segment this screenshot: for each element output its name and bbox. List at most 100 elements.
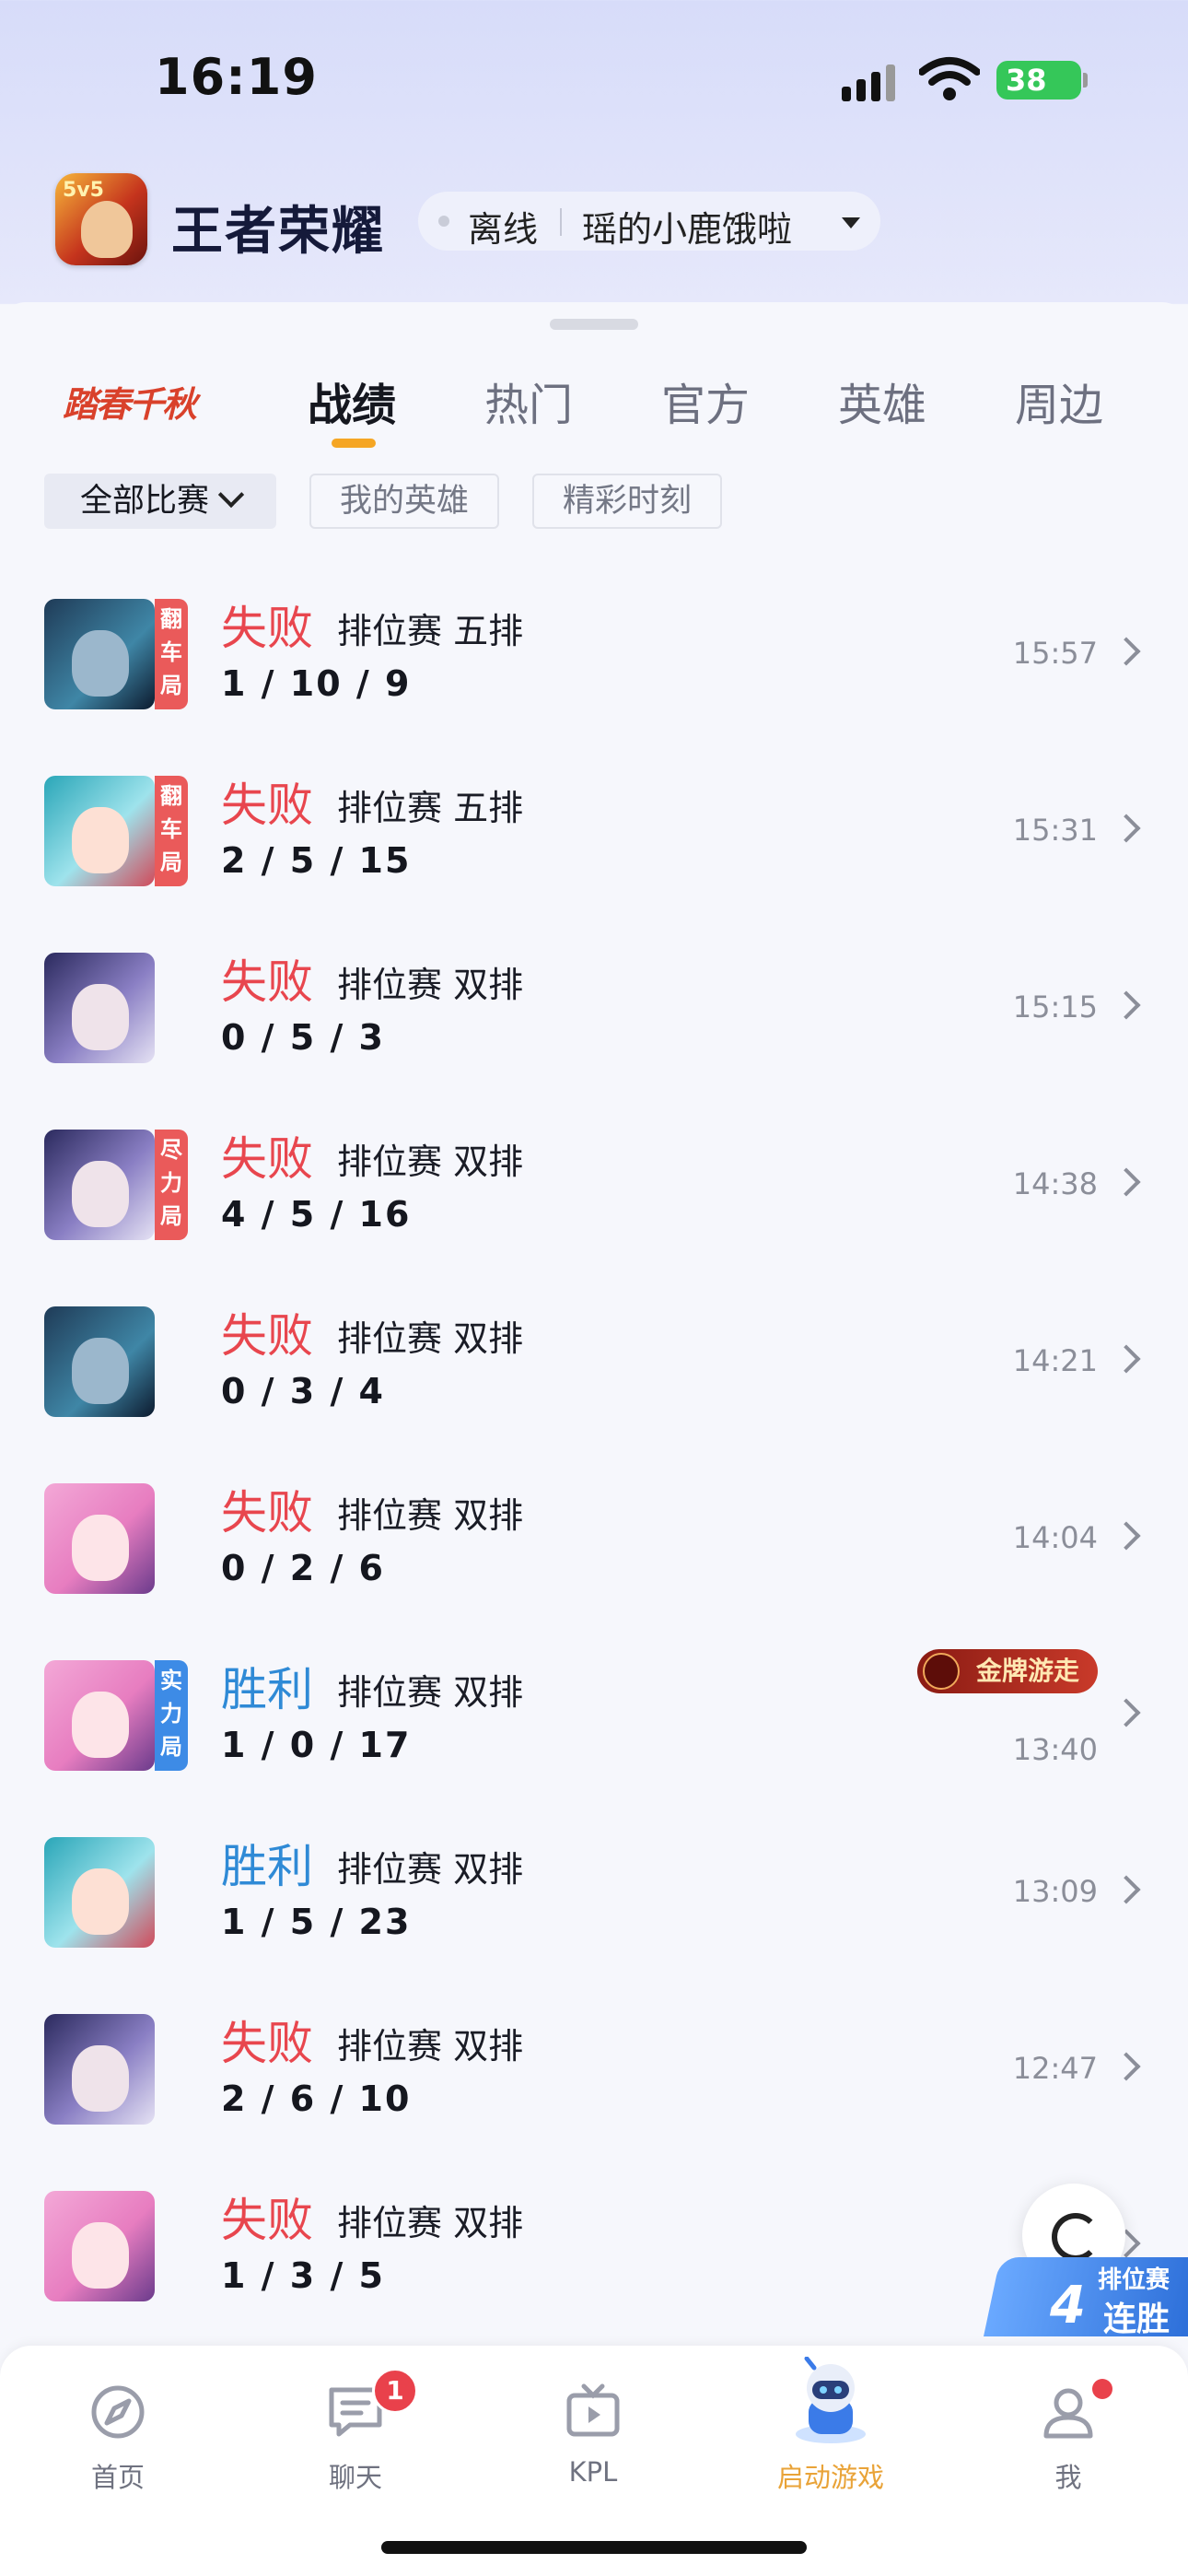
match-row[interactable]: 失败 排位赛 双排 0 / 5 / 3 15:15	[0, 923, 1188, 1100]
match-kda: 0 / 3 / 4	[221, 1371, 385, 1411]
game-app-icon[interactable]: 5v5	[55, 173, 147, 265]
chevron-right-icon	[1112, 637, 1141, 666]
user-icon	[1043, 2388, 1093, 2439]
match-row[interactable]: 失败 排位赛 双排 2 / 6 / 10 12:47	[0, 1985, 1188, 2161]
tabbar-home[interactable]: 首页	[53, 2383, 182, 2502]
sheet-grabber[interactable]	[550, 319, 638, 330]
hero-avatar	[44, 599, 155, 709]
medal-badge: 金牌游走	[917, 1649, 1098, 1693]
filter-bar: 全部比赛 我的英雄 精彩时刻	[0, 474, 1188, 538]
match-kda: 1 / 5 / 23	[221, 1902, 412, 1942]
match-mode: 排位赛 双排	[337, 965, 524, 1005]
robot-mascot-icon	[796, 2357, 866, 2443]
match-result: 失败	[221, 1309, 313, 1363]
cellular-signal-icon	[842, 63, 899, 101]
match-row[interactable]: 翻 车 局失败 排位赛 五排 2 / 5 / 15 15:31	[0, 746, 1188, 923]
all-matches-dropdown[interactable]: 全部比赛	[44, 474, 276, 529]
chat-unread-badge: 1	[372, 2368, 418, 2414]
match-kda: 4 / 5 / 16	[221, 1194, 412, 1235]
match-mode: 排位赛 五排	[337, 788, 524, 828]
game-title: 王者荣耀	[171, 202, 385, 262]
account-switcher[interactable]: 离线 瑶的小鹿饿啦	[418, 192, 880, 251]
medal-icon	[923, 1653, 960, 1690]
app-header: 5v5 王者荣耀 离线 瑶的小鹿饿啦	[0, 166, 1188, 286]
highlights-filter[interactable]: 精彩时刻	[532, 474, 722, 529]
match-time: 14:04	[1012, 1520, 1098, 1555]
chevron-right-icon	[1112, 2052, 1141, 2081]
hero-avatar	[44, 1306, 155, 1417]
records-sheet: 踏春千秋 战绩 热门 官方 英雄 周边 全部比赛 我的英雄 精彩时刻 翻 车 局…	[0, 302, 1188, 2576]
match-kda: 1 / 0 / 17	[221, 1725, 412, 1765]
active-tab-indicator	[332, 439, 376, 448]
match-kda: 2 / 6 / 10	[221, 2078, 412, 2119]
match-row[interactable]: 尽 力 局失败 排位赛 双排 4 / 5 / 16 14:38	[0, 1100, 1188, 1277]
match-kda: 0 / 2 / 6	[221, 1548, 385, 1588]
match-time: 15:57	[1012, 636, 1098, 671]
all-matches-label: 全部比赛	[79, 483, 209, 520]
tabbar-chat[interactable]: 1 聊天	[291, 2368, 420, 2502]
match-mode: 排位赛 双排	[337, 1318, 524, 1359]
chevron-right-icon	[1112, 1875, 1141, 1904]
tab-official[interactable]: 官方	[661, 369, 750, 433]
compass-icon	[91, 2385, 145, 2439]
tabbar-chat-label: 聊天	[328, 2462, 382, 2493]
match-row[interactable]: 失败 排位赛 双排 0 / 2 / 6 14:04	[0, 1454, 1188, 1631]
refresh-icon	[1052, 2213, 1100, 2261]
streak-label: 排位赛	[1098, 2266, 1171, 2294]
my-heroes-filter[interactable]: 我的英雄	[309, 474, 499, 529]
match-time: 14:38	[1012, 1166, 1098, 1201]
match-result: 胜利	[221, 1663, 313, 1716]
hero-avatar	[44, 1837, 155, 1948]
match-kda: 2 / 5 / 15	[221, 840, 412, 881]
tabbar-kpl-label: KPL	[568, 2456, 618, 2488]
match-kda: 1 / 3 / 5	[221, 2255, 385, 2296]
match-tag-badge: 翻 车 局	[155, 776, 188, 886]
tabbar-kpl[interactable]: KPL	[529, 2383, 658, 2502]
streak-count: 4	[1050, 2276, 1086, 2336]
match-mode: 排位赛 双排	[337, 2203, 524, 2243]
chevron-right-icon	[1112, 1698, 1141, 1727]
match-result: 失败	[221, 1486, 313, 1540]
match-result: 失败	[221, 1132, 313, 1186]
match-time: 14:21	[1012, 1343, 1098, 1378]
match-mode: 排位赛 双排	[337, 2026, 524, 2067]
me-notification-dot	[1092, 2379, 1112, 2399]
season-brand-logo[interactable]: 踏春千秋	[63, 376, 197, 427]
tab-heroes[interactable]: 英雄	[838, 369, 926, 433]
match-tag-badge: 尽 力 局	[155, 1130, 188, 1240]
match-row[interactable]: 翻 车 局失败 排位赛 五排 1 / 10 / 9 15:57	[0, 569, 1188, 746]
medal-label: 金牌游走	[976, 1656, 1080, 1686]
match-row[interactable]: 实 力 局胜利 排位赛 双排 1 / 0 / 17 金牌游走 13:40	[0, 1631, 1188, 1808]
match-result: 失败	[221, 2017, 313, 2070]
chevron-right-icon	[1112, 1521, 1141, 1551]
match-mode: 排位赛 双排	[337, 1672, 524, 1713]
match-time: 15:31	[1012, 813, 1098, 848]
match-tag-badge: 翻 车 局	[155, 599, 188, 709]
status-bar: 16:19 38	[0, 0, 1188, 157]
tab-merch[interactable]: 周边	[1015, 369, 1103, 433]
tab-hot[interactable]: 热门	[484, 369, 573, 433]
caret-down-icon	[842, 217, 860, 228]
match-time: 13:09	[1012, 1874, 1098, 1909]
hero-avatar	[44, 1660, 155, 1771]
tv-icon	[566, 2383, 620, 2437]
tabbar-me[interactable]: 我	[1004, 2379, 1133, 2502]
hero-avatar	[44, 2014, 155, 2125]
chevron-right-icon	[1112, 1344, 1141, 1374]
offline-status-dot	[438, 216, 449, 227]
account-status: 离线	[468, 209, 539, 250]
match-result: 失败	[221, 955, 313, 1009]
match-result: 失败	[221, 779, 313, 832]
battery-icon: 38	[996, 61, 1088, 100]
match-row[interactable]: 失败 排位赛 双排 0 / 3 / 4 14:21	[0, 1277, 1188, 1454]
tabbar-launch-game[interactable]: 启动游戏	[766, 2357, 895, 2502]
match-mode: 排位赛 双排	[337, 1495, 524, 1536]
home-indicator[interactable]	[381, 2541, 807, 2554]
tabbar-me-label: 我	[1054, 2462, 1082, 2493]
match-mode: 排位赛 双排	[337, 1142, 524, 1182]
match-tag-badge: 实 力 局	[155, 1660, 188, 1771]
tab-records[interactable]: 战绩	[308, 369, 396, 433]
tabbar-home-label: 首页	[90, 2462, 145, 2493]
section-tabs: 踏春千秋 战绩 热门 官方 英雄 周边	[0, 363, 1188, 464]
match-row[interactable]: 胜利 排位赛 双排 1 / 5 / 23 13:09	[0, 1808, 1188, 1985]
